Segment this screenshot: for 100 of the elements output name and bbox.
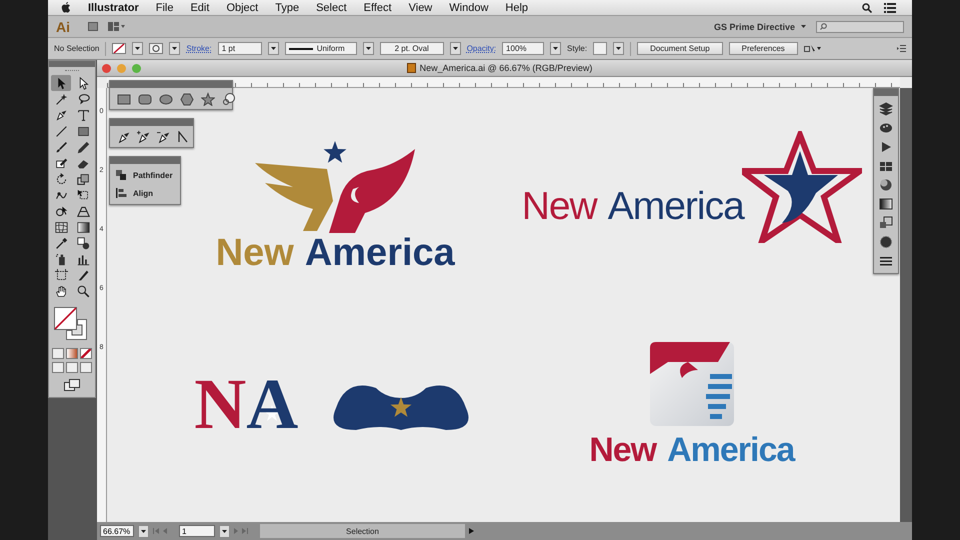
- caret-icon: [553, 47, 558, 50]
- gradient-mode-button[interactable]: [66, 348, 78, 359]
- gradient-icon: [76, 220, 90, 234]
- shape-tool-button[interactable]: [117, 92, 131, 105]
- caret-icon: [222, 530, 227, 532]
- logo-letter: N: [194, 368, 246, 438]
- knife-icon: [76, 268, 90, 282]
- apple-icon[interactable]: [61, 2, 71, 14]
- toolbar-button[interactable]: Document Setup: [637, 42, 723, 55]
- zoom-field[interactable]: 66.67%: [100, 525, 134, 537]
- tool-button[interactable]: [51, 75, 71, 91]
- screen-mode-icon[interactable]: [64, 379, 80, 391]
- opacity-link[interactable]: Opacity:: [466, 44, 496, 53]
- menu-item[interactable]: Object: [226, 2, 258, 14]
- stroke-swatch-icon[interactable]: [149, 43, 164, 54]
- free-transform-icon: [76, 188, 90, 202]
- status-label: Selection: [260, 524, 465, 538]
- ellipse-icon: [159, 92, 173, 106]
- isolate-icon[interactable]: [804, 44, 822, 53]
- scale-icon: [76, 172, 90, 186]
- logo-word: America: [608, 184, 744, 228]
- dropdown-button[interactable]: [219, 524, 230, 538]
- dropdown-button[interactable]: [550, 42, 562, 55]
- dock-button[interactable]: [878, 235, 894, 248]
- document-title: New_America.ai @ 66.67% (RGB/Preview): [420, 63, 592, 73]
- layers-icon: [879, 102, 893, 116]
- line-icon: [288, 48, 313, 50]
- menu-item[interactable]: Illustrator: [88, 2, 139, 14]
- brush-dropdown[interactable]: 2 pt. Oval: [380, 42, 444, 55]
- menu-item[interactable]: Type: [275, 2, 300, 14]
- arrange-documents-icon[interactable]: [108, 22, 126, 31]
- dock-button[interactable]: [878, 121, 894, 134]
- panel-menu-icon[interactable]: [897, 45, 906, 52]
- line-icon: [54, 124, 68, 138]
- list-icon[interactable]: [884, 2, 896, 12]
- perspective-grid-icon: [76, 204, 90, 218]
- palette-icon: [879, 120, 893, 134]
- search-icon[interactable]: [862, 2, 872, 12]
- app-logo: Ai: [56, 18, 71, 34]
- dock-button[interactable]: [878, 159, 894, 172]
- dock-button[interactable]: [878, 178, 894, 191]
- shape-tool-button[interactable]: [222, 92, 236, 105]
- mesh-icon: [54, 220, 68, 234]
- dock-button[interactable]: [878, 254, 894, 267]
- close-button[interactable]: [102, 64, 111, 72]
- menu-item[interactable]: View: [408, 2, 432, 14]
- search-icon: [820, 23, 827, 30]
- menu-item[interactable]: Effect: [364, 2, 392, 14]
- search-field[interactable]: [816, 20, 904, 32]
- fill-swatch-icon[interactable]: [112, 43, 126, 54]
- draw-normal-button[interactable]: [52, 362, 64, 373]
- stroke-link[interactable]: Stroke:: [186, 44, 212, 53]
- play-icon[interactable]: [469, 528, 474, 534]
- toolbar-button[interactable]: Preferences: [728, 42, 798, 55]
- caret-icon: [172, 47, 178, 50]
- menu-item[interactable]: Edit: [190, 2, 210, 14]
- menu-item[interactable]: Window: [449, 2, 488, 14]
- dropdown-button[interactable]: [613, 42, 624, 55]
- style-label: Style:: [567, 44, 588, 53]
- shape-tool-button[interactable]: [180, 92, 194, 105]
- menu-item[interactable]: Select: [316, 2, 347, 14]
- shape-tool-button[interactable]: [138, 92, 152, 105]
- dock-button[interactable]: [878, 216, 894, 229]
- dropdown-button[interactable]: [268, 42, 279, 55]
- dropdown-button[interactable]: [138, 524, 149, 538]
- add-anchor-icon: [137, 130, 151, 144]
- dropdown-button[interactable]: [450, 42, 461, 55]
- draw-inside-button[interactable]: [80, 362, 92, 373]
- dropdown-button[interactable]: [169, 42, 180, 55]
- none-mode-button[interactable]: [80, 348, 92, 359]
- star-icon: [201, 92, 215, 106]
- stroke-weight-field[interactable]: 1 pt: [218, 42, 262, 55]
- dock-button[interactable]: [878, 197, 894, 210]
- shape-tool-button[interactable]: [159, 92, 173, 105]
- search-icon: [76, 284, 90, 298]
- blend-icon: [76, 236, 90, 250]
- dock-button[interactable]: [878, 102, 894, 115]
- color-mode-button[interactable]: [52, 348, 64, 359]
- panel-list-item[interactable]: Pathfinder: [116, 170, 174, 180]
- pen-tool-button[interactable]: [157, 130, 171, 143]
- pen-tool-button[interactable]: [177, 130, 189, 143]
- stroke-profile-dropdown[interactable]: Uniform: [284, 42, 357, 55]
- dropdown-button[interactable]: [362, 42, 374, 55]
- pen-tool-button[interactable]: [137, 130, 151, 143]
- dropdown-button[interactable]: [132, 42, 144, 55]
- panel-list-item[interactable]: Align: [116, 188, 174, 198]
- transform-icon: [879, 216, 893, 230]
- artboard-field[interactable]: 1: [179, 525, 215, 537]
- convert-anchor-icon: [177, 130, 189, 142]
- vertical-scrollbar[interactable]: [900, 88, 912, 522]
- logo-word: America: [667, 432, 794, 468]
- brush-icon: [54, 140, 68, 154]
- shape-tool-button[interactable]: [201, 92, 215, 105]
- menu-item[interactable]: File: [156, 2, 174, 14]
- pen-tool-button[interactable]: [117, 130, 131, 143]
- logo-word: America: [304, 232, 455, 272]
- opacity-field[interactable]: 100%: [502, 42, 544, 55]
- draw-behind-button[interactable]: [66, 362, 78, 373]
- menu-item[interactable]: Help: [505, 2, 528, 14]
- style-swatch[interactable]: [593, 42, 608, 55]
